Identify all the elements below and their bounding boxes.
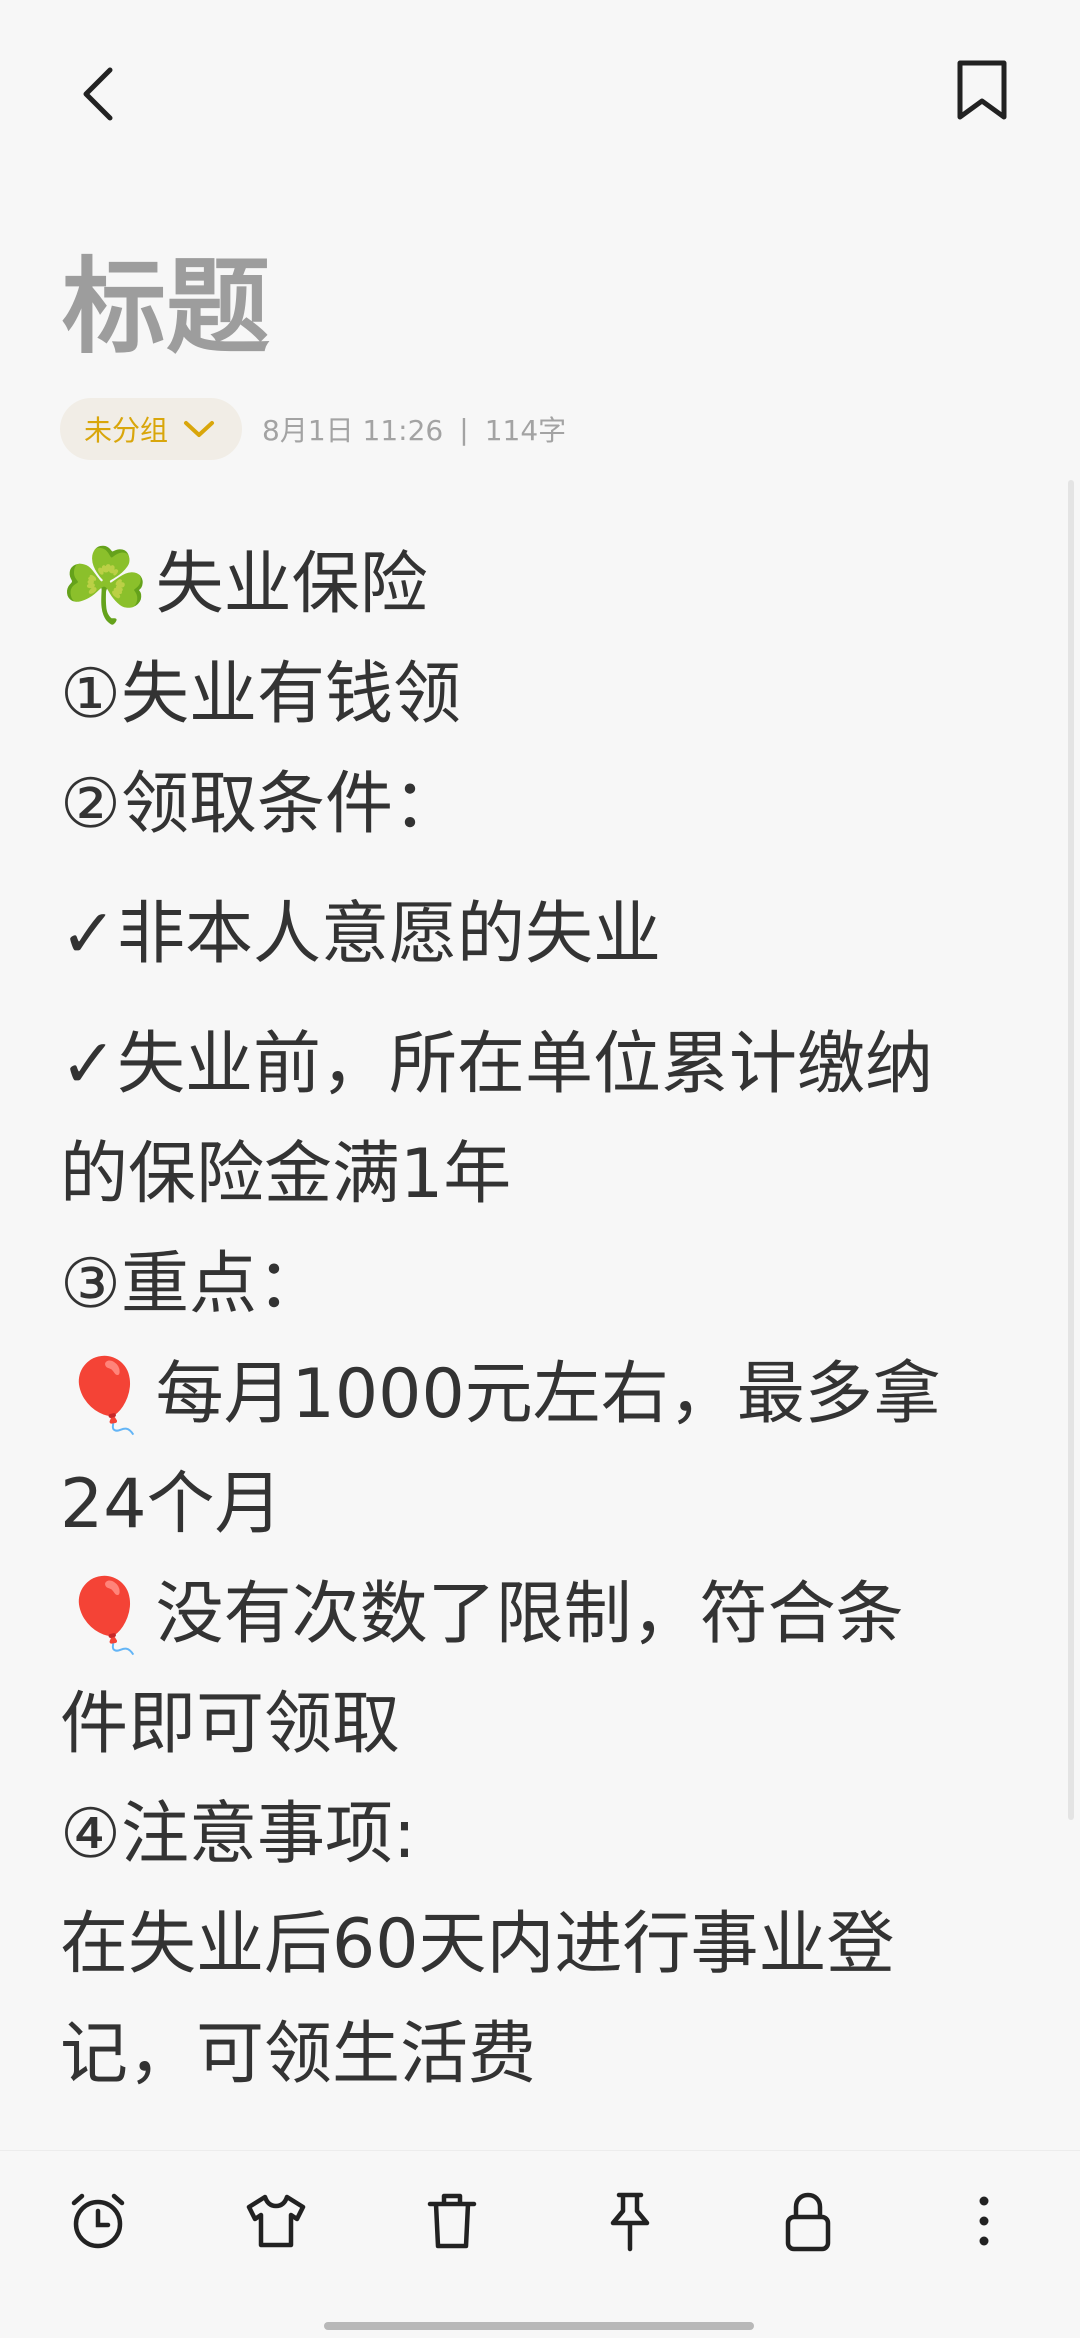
theme-button[interactable] <box>236 2181 316 2261</box>
note-line: ④注意事项: <box>60 1780 1020 1890</box>
bookmark-button[interactable] <box>940 48 1024 132</box>
note-line: 件即可领取 <box>60 1670 1020 1780</box>
note-line-text: 的保险金满1年 <box>60 1135 512 1214</box>
balloon-emoji: 🎈 <box>60 1573 150 1657</box>
note-content[interactable]: ☘️ 失业保险 ①失业有钱领 ②领取条件： ✓非本人意愿的失业 ✓失业前，所在单… <box>60 530 1020 2110</box>
note-title-input[interactable]: 标题 <box>62 232 270 382</box>
balloon-emoji: 🎈 <box>60 1353 150 1437</box>
home-indicator[interactable] <box>324 2322 754 2330</box>
note-line: 在失业后60天内进行事业登 <box>60 1890 1020 2000</box>
pin-icon <box>603 2189 657 2253</box>
note-editor-screen: 标题 未分组 8月1日 11:26 | 114字 ☘️ 失业保险 ①失业有钱领 … <box>0 0 1080 2338</box>
note-date: 8月1日 11:26 <box>262 414 444 447</box>
word-count: 114字 <box>484 414 567 447</box>
delete-button[interactable] <box>412 2181 492 2261</box>
alarm-clock-icon <box>66 2189 130 2253</box>
note-line: ✓失业前，所在单位累计缴纳 <box>60 1010 1020 1120</box>
note-line-text: 件即可领取 <box>60 1685 401 1764</box>
note-line-text: 每月1000元左右，最多拿 <box>155 1355 941 1434</box>
note-line-text: 失业保险 <box>155 545 428 624</box>
note-line: 24个月 <box>60 1450 1020 1560</box>
note-line-text: ②领取条件： <box>60 765 461 844</box>
group-label: 未分组 <box>84 414 169 447</box>
bottom-toolbar <box>0 2150 1080 2281</box>
chevron-down-icon <box>182 419 216 439</box>
trash-icon <box>424 2190 480 2252</box>
scrollbar[interactable] <box>1068 480 1074 1820</box>
more-button[interactable] <box>944 2181 1024 2261</box>
note-line: ☘️ 失业保险 <box>60 530 1020 640</box>
more-vertical-icon <box>974 2193 994 2249</box>
note-line: ③重点： <box>60 1230 1020 1340</box>
bookmark-icon <box>954 57 1010 123</box>
note-line-text: ④注意事项: <box>60 1795 416 1874</box>
reminder-button[interactable] <box>58 2181 138 2261</box>
note-line-text: ①失业有钱领 <box>60 655 461 734</box>
back-button[interactable] <box>56 52 140 136</box>
meta-separator: | <box>459 412 469 446</box>
note-line-text: 记，可领生活费 <box>60 2015 537 2094</box>
lock-icon <box>782 2189 834 2253</box>
note-line: 🎈 没有次数了限制，符合条 <box>60 1560 1020 1670</box>
shirt-icon <box>243 2191 309 2251</box>
note-line: ✓非本人意愿的失业 <box>60 880 1020 990</box>
note-meta: 未分组 8月1日 11:26 | 114字 <box>60 398 566 460</box>
note-line-text: ③重点： <box>60 1245 325 1324</box>
note-line-text: 没有次数了限制，符合条 <box>155 1575 904 1654</box>
lock-button[interactable] <box>768 2181 848 2261</box>
note-line: ②领取条件： <box>60 750 1020 860</box>
note-line-text: ✓失业前，所在单位累计缴纳 <box>60 1025 933 1104</box>
shamrock-emoji: ☘️ <box>60 543 150 627</box>
note-line-text: 24个月 <box>60 1465 283 1544</box>
note-line: 的保险金满1年 <box>60 1120 1020 1230</box>
note-line-text: 在失业后60天内进行事业登 <box>60 1905 895 1984</box>
note-line: ①失业有钱领 <box>60 640 1020 750</box>
group-selector[interactable]: 未分组 <box>60 398 243 460</box>
chevron-left-icon <box>74 64 122 124</box>
pin-button[interactable] <box>590 2181 670 2261</box>
note-line-text: ✓非本人意愿的失业 <box>60 895 661 974</box>
note-line: 🎈 每月1000元左右，最多拿 <box>60 1340 1020 1450</box>
note-line: 记，可领生活费 <box>60 2000 1020 2110</box>
